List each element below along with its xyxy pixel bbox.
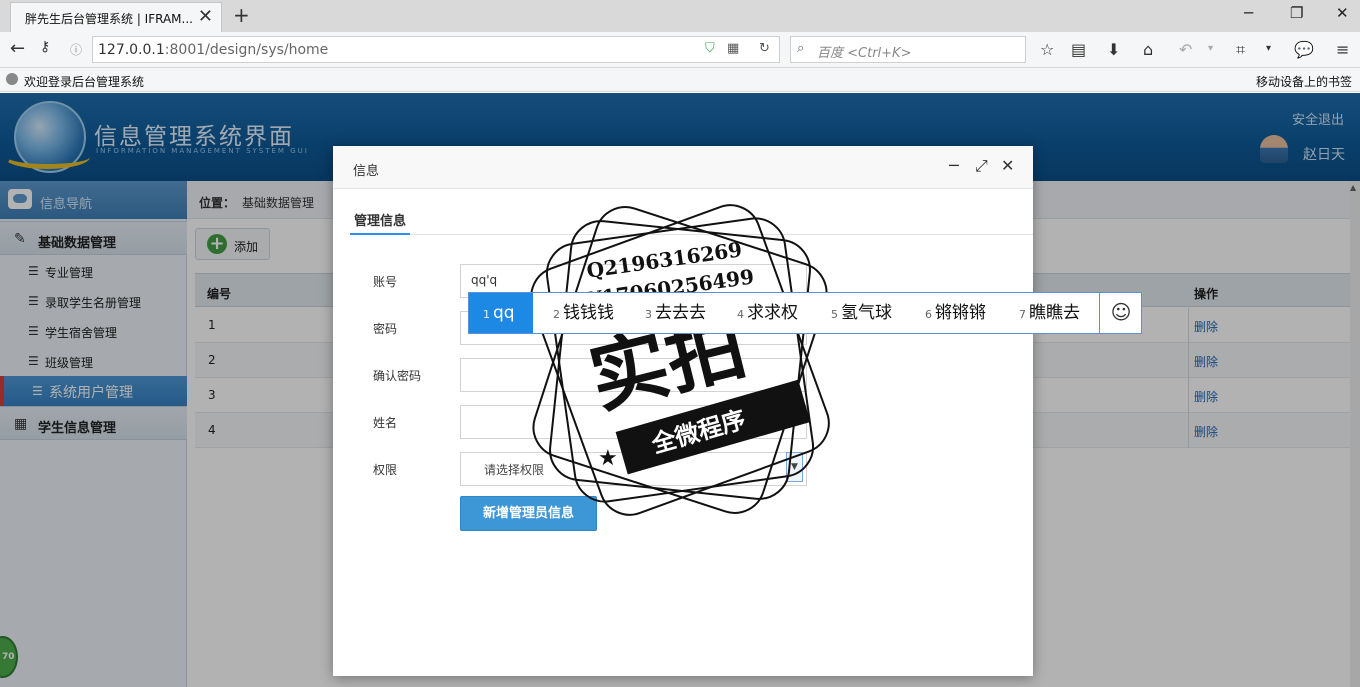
star-icon[interactable]: ☆ (1040, 40, 1054, 59)
crop-dropdown-icon[interactable]: ▾ (1266, 43, 1271, 54)
url-text: 127.0.0.1:8001/design/sys/home (98, 42, 329, 58)
close-window-icon[interactable]: ✕ (1336, 4, 1349, 22)
undo-icon[interactable]: ↶ (1179, 40, 1192, 59)
restore-icon[interactable]: ❐ (1290, 4, 1303, 22)
tab-title: 胖先生后台管理系统 | IFRAM... (25, 12, 193, 26)
browser-tab[interactable]: 胖先生后台管理系统 | IFRAM... ✕ (10, 2, 222, 32)
mobile-bookmarks[interactable]: 移动设备上的书签 (1256, 73, 1352, 90)
reading-list-icon[interactable]: ▤ (1071, 40, 1086, 59)
browser-nav-bar: ← ⚷ ⓘ 127.0.0.1:8001/design/sys/home ⛉ ▦… (0, 32, 1360, 68)
key-icon[interactable]: ⚷ (40, 39, 50, 55)
ime-candidate[interactable]: 5 氢气球 (831, 293, 892, 333)
minimize-dialog-icon[interactable]: ─ (949, 156, 959, 175)
ime-candidate[interactable]: 2 钱钱钱 (553, 293, 614, 333)
info-icon[interactable]: ⓘ (70, 41, 82, 58)
search-placeholder: 百度 <Ctrl+K> (817, 46, 912, 61)
browser-tab-bar: 胖先生后台管理系统 | IFRAM... ✕ + ─ ❐ ✕ (0, 0, 1360, 32)
qr-code-icon[interactable]: ▦ (727, 41, 739, 56)
search-bar[interactable]: ⌕ 百度 <Ctrl+K> (790, 36, 1026, 63)
menu-icon[interactable]: ≡ (1336, 40, 1349, 59)
ime-candidate-bar: 1 qq 2 钱钱钱 3 去去去 4 求求权 5 氢气球 6 锵锵锵 7 瞧瞧去 ☺ (468, 292, 1142, 334)
close-dialog-icon[interactable]: ✕ (1001, 156, 1014, 175)
star-icon: ★ (782, 396, 802, 421)
ime-candidate[interactable]: 1 qq (469, 293, 533, 333)
new-tab-icon[interactable]: + (233, 3, 250, 27)
download-icon[interactable]: ⬇ (1107, 40, 1120, 59)
tab-admin-info[interactable]: 管理信息 (350, 206, 411, 235)
star-icon: ★ (598, 446, 618, 471)
ime-candidate[interactable]: 7 瞧瞧去 (1019, 293, 1080, 333)
emoji-icon[interactable]: ☺ (1099, 293, 1142, 333)
ime-candidate[interactable]: 4 求求权 (737, 293, 798, 333)
account-label: 账号 (373, 275, 398, 289)
bookmark-favicon-icon (6, 73, 18, 85)
confirm-password-label: 确认密码 (373, 369, 422, 383)
crop-icon[interactable]: ⌗ (1236, 40, 1245, 60)
password-label: 密码 (373, 322, 398, 336)
chat-icon[interactable]: 💬 (1294, 40, 1314, 59)
url-bar[interactable]: 127.0.0.1:8001/design/sys/home ⛉ ▦ ↻ (92, 36, 780, 63)
ime-candidate[interactable]: 6 锵锵锵 (925, 293, 986, 333)
reload-icon[interactable]: ↻ (759, 41, 770, 56)
shield-icon[interactable]: ⛉ (705, 41, 715, 56)
back-icon[interactable]: ← (10, 38, 25, 59)
name-label: 姓名 (373, 416, 398, 430)
search-icon: ⌕ (797, 41, 805, 56)
tab-close-icon[interactable]: ✕ (198, 6, 213, 27)
bookmark-item[interactable]: 欢迎登录后台管理系统 (24, 73, 144, 90)
dialog-title: 信息 (353, 164, 380, 179)
maximize-dialog-icon[interactable]: ⤢ (975, 156, 988, 176)
role-label: 权限 (373, 463, 398, 477)
minimize-icon[interactable]: ─ (1244, 4, 1253, 22)
home-icon[interactable]: ⌂ (1143, 40, 1153, 59)
bookmarks-bar: 欢迎登录后台管理系统 移动设备上的书签 (0, 68, 1360, 92)
ime-candidate[interactable]: 3 去去去 (645, 293, 706, 333)
dialog-header: 信息 ─ ⤢ ✕ (333, 146, 1033, 189)
undo-dropdown-icon[interactable]: ▾ (1208, 43, 1213, 54)
